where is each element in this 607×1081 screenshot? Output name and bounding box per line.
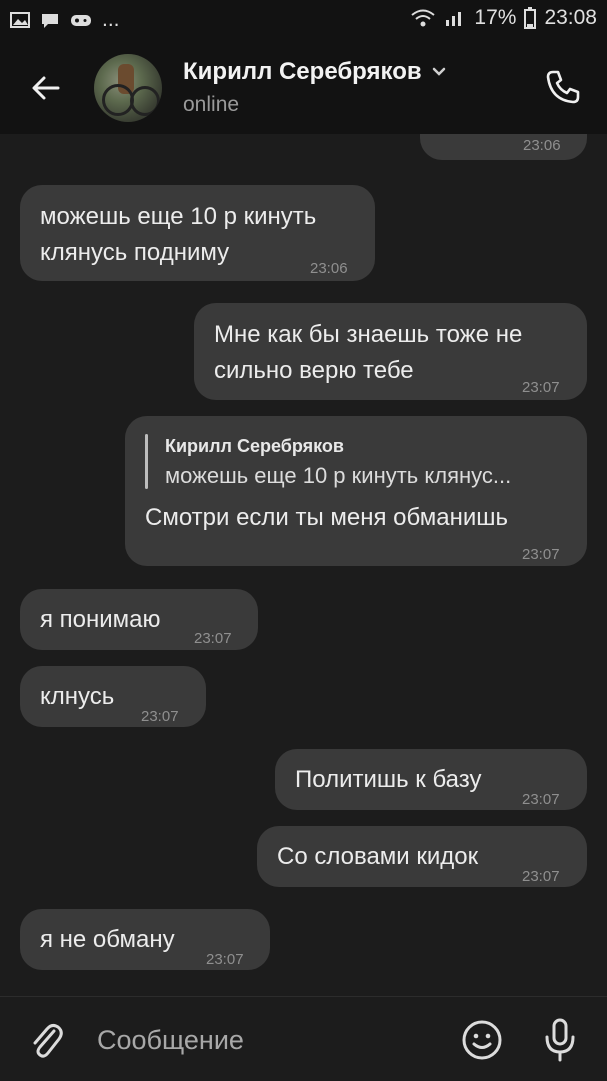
arrow-left-icon[interactable] <box>28 70 64 106</box>
more-notifications: ... <box>102 8 120 31</box>
message-bubble-incoming[interactable]: я не обману 23:07 <box>20 909 270 970</box>
message-text: я не обману <box>40 926 175 953</box>
message-time: 23:07 <box>522 791 560 808</box>
contact-name-label: Кирилл Серебряков <box>183 58 422 85</box>
message-time: 23:07 <box>522 868 560 885</box>
system-status: 17% 23:08 <box>410 6 597 30</box>
message-bubble-outgoing[interactable]: Политишь к базу 23:07 <box>275 749 587 810</box>
message-composer: Сообщение <box>0 996 607 1081</box>
message-text: клнусь <box>40 683 115 710</box>
message-bubble-incoming[interactable]: я понимаю 23:07 <box>20 589 258 650</box>
gallery-notification-icon <box>10 12 30 28</box>
battery-icon <box>524 7 537 29</box>
paperclip-icon[interactable] <box>28 1017 64 1061</box>
message-time: 23:07 <box>522 546 560 563</box>
message-text: Политишь к базу <box>295 766 482 793</box>
reply-author: Кирилл Серебряков <box>165 436 344 456</box>
message-list[interactable]: и что 23:06 можешь еще 10 р кинуть кляну… <box>0 134 607 996</box>
notification-icons: ... <box>10 8 120 32</box>
message-bubble-outgoing[interactable]: и что 23:06 <box>420 134 587 160</box>
message-bubble-outgoing[interactable]: Мне как бы знаешь тоже не сильно верю те… <box>194 303 587 400</box>
avatar[interactable] <box>94 54 162 122</box>
message-time: 23:06 <box>523 137 561 154</box>
message-bubble-outgoing[interactable]: Со словами кидок 23:07 <box>257 826 587 887</box>
wifi-icon <box>411 9 436 27</box>
message-time: 23:06 <box>310 260 348 277</box>
signal-icon <box>446 12 462 26</box>
chevron-down-icon <box>432 67 445 76</box>
message-input[interactable]: Сообщение <box>97 1025 244 1056</box>
emoji-icon[interactable] <box>461 1019 503 1061</box>
message-time: 23:07 <box>194 630 232 647</box>
message-time: 23:07 <box>522 379 560 396</box>
game-notification-icon <box>71 15 91 26</box>
clock: 23:08 <box>544 6 597 29</box>
presence-status: online <box>183 93 240 116</box>
message-text: я понимаю <box>40 606 161 633</box>
battery-percent: 17% <box>474 6 517 29</box>
chat-notification-icon <box>42 14 58 28</box>
message-bubble-outgoing[interactable]: Кирилл Серебряков можешь еще 10 р кинуть… <box>125 416 587 566</box>
reply-snippet: можешь еще 10 р кинуть клянус... <box>165 463 512 488</box>
microphone-icon[interactable] <box>542 1017 578 1063</box>
status-bar: ... 17% 23:08 <box>0 0 607 40</box>
message-time: 23:07 <box>206 951 244 968</box>
message-text: сильно верю тебе <box>214 357 414 384</box>
message-text: и что <box>442 134 499 144</box>
message-text: Смотри если ты меня обманишь <box>145 504 508 531</box>
chat-header: Кирилл Серебряков online <box>0 40 607 134</box>
message-text: клянусь подниму <box>40 239 230 266</box>
message-time: 23:07 <box>141 708 179 725</box>
message-text: Мне как бы знаешь тоже не <box>214 321 523 348</box>
message-text: Со словами кидок <box>277 843 479 870</box>
message-text: можешь еще 10 р кинуть <box>40 203 317 230</box>
reply-quote-bar <box>145 434 148 489</box>
contact-name[interactable]: Кирилл Серебряков <box>183 58 446 86</box>
message-bubble-incoming[interactable]: можешь еще 10 р кинуть клянусь подниму 2… <box>20 185 375 281</box>
message-bubble-incoming[interactable]: клнусь 23:07 <box>20 666 206 727</box>
phone-icon[interactable] <box>543 67 583 107</box>
